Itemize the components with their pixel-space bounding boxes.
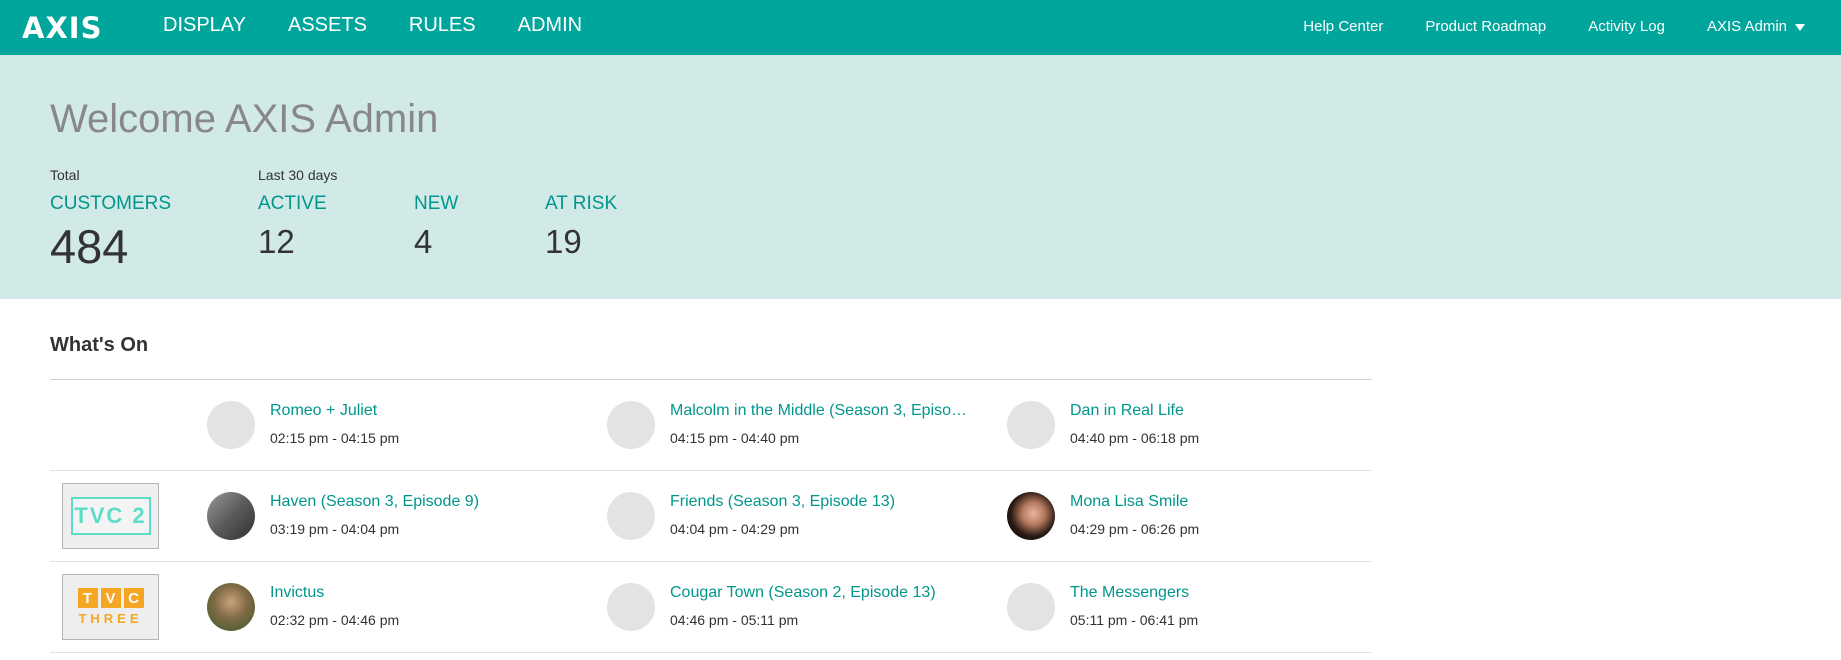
program-item[interactable]: Haven (Season 3, Episode 9) 03:19 pm - 0…	[207, 471, 597, 562]
activity-log-link[interactable]: Activity Log	[1588, 18, 1665, 35]
total-caption: Total	[50, 167, 80, 183]
schedule-row: TVC THREE Invictus 02:32 pm - 04:46 pm C…	[50, 562, 1372, 653]
stat-at-risk: AT RISK 19	[545, 167, 617, 261]
nav-display[interactable]: DISPLAY	[163, 14, 246, 37]
caret-down-icon	[1795, 23, 1805, 31]
program-thumbnail	[1007, 401, 1055, 449]
program-item[interactable]: Cougar Town (Season 2, Episode 13) 04:46…	[607, 562, 997, 653]
program-item[interactable]: The Messengers 05:11 pm - 06:41 pm	[1007, 562, 1397, 653]
main-nav: DISPLAY ASSETS RULES ADMIN	[163, 14, 582, 37]
utility-nav: Help Center Product Roadmap Activity Log…	[1303, 18, 1805, 35]
program-item[interactable]: Friends (Season 3, Episode 13) 04:04 pm …	[607, 471, 997, 562]
stat-active: Last 30 days ACTIVE 12	[258, 167, 337, 261]
nav-assets[interactable]: ASSETS	[288, 14, 367, 37]
tvc-three-logo-mark: TVC THREE	[77, 588, 144, 626]
program-thumbnail	[1007, 583, 1055, 631]
program-title[interactable]: Friends (Season 3, Episode 13)	[670, 493, 895, 511]
program-thumbnail	[1007, 492, 1055, 540]
welcome-hero: Welcome AXIS Admin Total CUSTOMERS 484 L…	[0, 55, 1841, 299]
program-thumbnail	[607, 583, 655, 631]
program-time: 04:15 pm - 04:40 pm	[670, 430, 800, 446]
new-value: 4	[414, 223, 433, 260]
user-menu[interactable]: AXIS Admin	[1707, 18, 1805, 35]
program-time: 02:32 pm - 04:46 pm	[270, 612, 400, 628]
customers-label: CUSTOMERS	[50, 193, 172, 214]
axis-logo[interactable]: AXIS	[22, 11, 102, 45]
program-item[interactable]: Invictus 02:32 pm - 04:46 pm	[207, 562, 597, 653]
program-title[interactable]: Romeo + Juliet	[270, 402, 377, 420]
program-item[interactable]: Romeo + Juliet 02:15 pm - 04:15 pm	[207, 380, 597, 471]
active-value: 12	[258, 223, 295, 260]
help-center-link[interactable]: Help Center	[1303, 18, 1383, 35]
tvc2-logo-mark: TVC 2	[70, 497, 151, 535]
program-time: 04:29 pm - 06:26 pm	[1070, 521, 1200, 537]
program-time: 04:40 pm - 06:18 pm	[1070, 430, 1200, 446]
user-name: AXIS Admin	[1706, 18, 1787, 35]
welcome-heading: Welcome AXIS Admin	[50, 97, 439, 141]
program-item[interactable]: Mona Lisa Smile 04:29 pm - 06:26 pm	[1007, 471, 1397, 562]
program-thumbnail	[207, 492, 255, 540]
product-roadmap-link[interactable]: Product Roadmap	[1425, 18, 1546, 35]
program-thumbnail	[607, 492, 655, 540]
program-title[interactable]: The Messengers	[1070, 584, 1189, 602]
whats-on-schedule: Romeo + Juliet 02:15 pm - 04:15 pm Malco…	[50, 379, 1372, 653]
channel-logo-tvc-three[interactable]: TVC THREE	[62, 574, 159, 640]
program-title[interactable]: Dan in Real Life	[1070, 402, 1184, 420]
stat-new: NEW 4	[414, 167, 458, 261]
channel-logo-tvc2[interactable]: TVC 2	[62, 483, 159, 549]
nav-rules[interactable]: RULES	[409, 14, 476, 37]
schedule-row: TVC 2 Haven (Season 3, Episode 9) 03:19 …	[50, 471, 1372, 562]
new-label: NEW	[414, 193, 459, 214]
customers-value: 484	[50, 220, 129, 273]
program-item[interactable]: Malcolm in the Middle (Season 3, Episo… …	[607, 380, 997, 471]
at-risk-label: AT RISK	[545, 193, 618, 214]
program-time: 05:11 pm - 06:41 pm	[1070, 612, 1199, 628]
program-title[interactable]: Haven (Season 3, Episode 9)	[270, 493, 479, 511]
at-risk-value: 19	[545, 223, 582, 260]
program-thumbnail	[607, 401, 655, 449]
program-title[interactable]: Malcolm in the Middle (Season 3, Episo…	[670, 402, 967, 420]
program-time: 03:19 pm - 04:04 pm	[270, 521, 400, 537]
program-title[interactable]: Mona Lisa Smile	[1070, 493, 1188, 511]
program-thumbnail	[207, 401, 255, 449]
program-thumbnail	[207, 583, 255, 631]
program-time: 02:15 pm - 04:15 pm	[270, 430, 400, 446]
whats-on-title: What's On	[50, 334, 149, 356]
schedule-row: Romeo + Juliet 02:15 pm - 04:15 pm Malco…	[50, 380, 1372, 471]
program-title[interactable]: Invictus	[270, 584, 324, 602]
stat-customers: Total CUSTOMERS 484	[50, 167, 171, 274]
program-item[interactable]: Dan in Real Life 04:40 pm - 06:18 pm	[1007, 380, 1397, 471]
program-time: 04:46 pm - 05:11 pm	[670, 612, 799, 628]
nav-admin[interactable]: ADMIN	[518, 14, 582, 37]
last30-caption: Last 30 days	[258, 167, 338, 183]
active-label: ACTIVE	[258, 193, 327, 214]
program-title[interactable]: Cougar Town (Season 2, Episode 13)	[670, 584, 936, 602]
top-navigation-bar: AXIS DISPLAY ASSETS RULES ADMIN Help Cen…	[0, 0, 1841, 55]
program-time: 04:04 pm - 04:29 pm	[670, 521, 800, 537]
